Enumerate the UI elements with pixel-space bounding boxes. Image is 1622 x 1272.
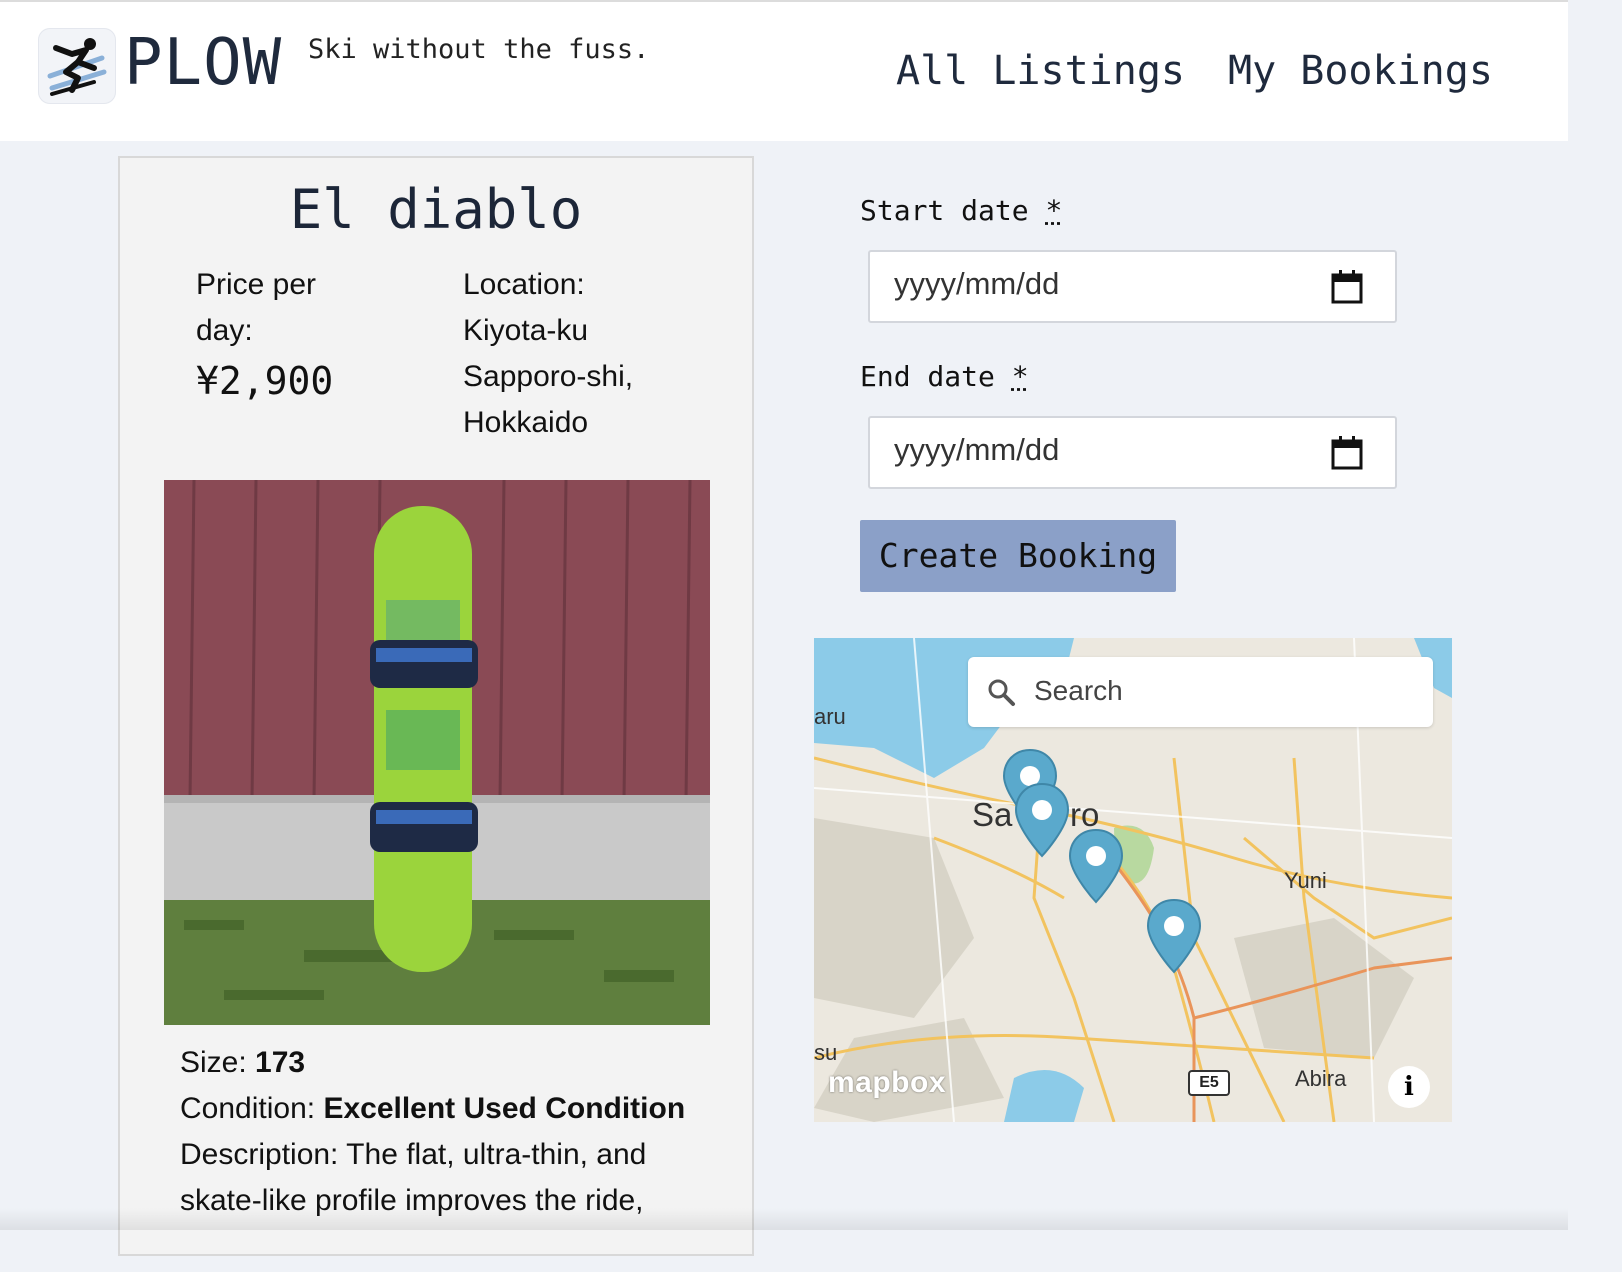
brand-tagline: Ski without the fuss. [308, 34, 650, 65]
location-label: Location: [463, 268, 585, 301]
end-date-placeholder: yyyy/mm/dd [894, 432, 1060, 467]
end-date-label: End date * [860, 360, 1029, 393]
mapbox-logo-text: mapbox [828, 1066, 947, 1099]
map-marker-icon[interactable] [1066, 828, 1126, 908]
map-marker-icon[interactable] [1012, 782, 1072, 862]
start-date-label-text: Start date [860, 194, 1029, 227]
map-place-label: Yuni [1284, 868, 1327, 893]
start-date-label: Start date * [860, 194, 1062, 227]
map-search-box[interactable]: Search [968, 657, 1433, 727]
bottom-scroll-shadow [0, 1208, 1568, 1230]
nav-all-listings[interactable]: All Listings [896, 48, 1185, 94]
map-place-label: su [814, 1040, 838, 1065]
condition-row: Condition: Excellent Used Condition [180, 1086, 685, 1132]
start-date-placeholder: yyyy/mm/dd [894, 266, 1060, 301]
calendar-icon[interactable] [1331, 436, 1363, 475]
listing-photo [164, 480, 710, 1025]
required-marker: * [1045, 194, 1063, 227]
highway-shield: E5 [1188, 1070, 1230, 1096]
size-label: Size: [180, 1046, 256, 1079]
listing-title: El diablo [289, 178, 583, 241]
location-line: Hokkaido [463, 406, 589, 439]
price-value: ¥2,900 [196, 359, 334, 403]
brand-name[interactable]: PLOW [124, 28, 282, 98]
map-place-label: ro [1070, 796, 1100, 833]
map-place-label: Abira [1295, 1066, 1347, 1091]
end-date-input[interactable]: yyyy/mm/dd [868, 416, 1397, 489]
skier-logo-icon[interactable] [38, 28, 116, 104]
start-date-input[interactable]: yyyy/mm/dd [868, 250, 1397, 323]
map-marker-icon[interactable] [1144, 898, 1204, 978]
required-marker: * [1011, 360, 1029, 393]
map-place-label: Sa [972, 796, 1013, 833]
map-search-placeholder: Search [1034, 675, 1123, 706]
size-row: Size: 173 [180, 1040, 305, 1086]
price-label-line2: day: [196, 314, 253, 347]
end-date-label-text: End date [860, 360, 995, 393]
location-line: Kiyota-ku [463, 314, 589, 347]
condition-value: Excellent Used Condition [323, 1092, 686, 1125]
create-booking-button[interactable]: Create Booking [860, 520, 1176, 592]
info-icon[interactable]: i [1388, 1066, 1430, 1108]
size-value: 173 [255, 1046, 306, 1079]
nav-my-bookings[interactable]: My Bookings [1228, 48, 1493, 94]
search-icon [986, 677, 1016, 712]
calendar-icon[interactable] [1331, 270, 1363, 309]
location-line: Sapporo-shi, [463, 360, 634, 393]
description-line: Description: The flat, ultra-thin, and [180, 1138, 647, 1171]
mapbox-logo[interactable]: mapbox [828, 1066, 946, 1100]
condition-label: Condition: [180, 1092, 324, 1125]
map-place-label: aru [814, 704, 846, 729]
price-label-line1: Price per [196, 268, 317, 301]
